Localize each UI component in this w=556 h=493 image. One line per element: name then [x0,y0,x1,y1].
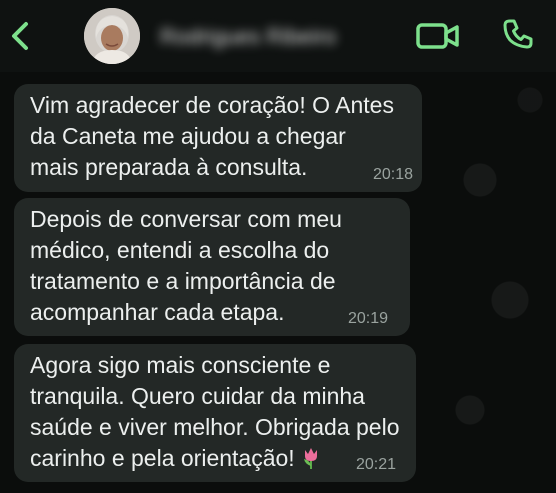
avatar-photo [84,8,140,64]
video-camera-icon [416,23,459,49]
message-text: Agora sigo mais consciente e tranquila. … [30,350,400,474]
chevron-left-icon [12,22,28,50]
message-text: Vim agradecer de coração! O Antes da Can… [30,92,394,180]
message-time: 20:18 [373,166,414,183]
tulip-icon [303,448,317,469]
video-call-button[interactable] [414,18,462,54]
phone-icon [503,19,533,49]
chat-screen: Rodrigues Ribeiro Vim agradecer de coraç… [0,0,556,493]
chat-header: Rodrigues Ribeiro [0,0,556,72]
message-time: 20:19 [348,310,389,327]
message-text: Depois de conversar com meu médico, ente… [30,206,342,325]
voice-call-button[interactable] [500,16,536,52]
message-bubble[interactable]: Agora sigo mais consciente e tranquila. … [14,344,416,482]
back-button[interactable] [4,18,36,54]
contact-name[interactable]: Rodrigues Ribeiro [160,24,336,50]
message-bubble[interactable]: Depois de conversar com meu médico, ente… [14,198,410,336]
contact-avatar[interactable] [84,8,140,64]
message-text-content: Agora sigo mais consciente e tranquila. … [30,352,400,471]
message-time: 20:21 [356,456,397,473]
message-bubble[interactable]: Vim agradecer de coração! O Antes da Can… [14,84,422,192]
